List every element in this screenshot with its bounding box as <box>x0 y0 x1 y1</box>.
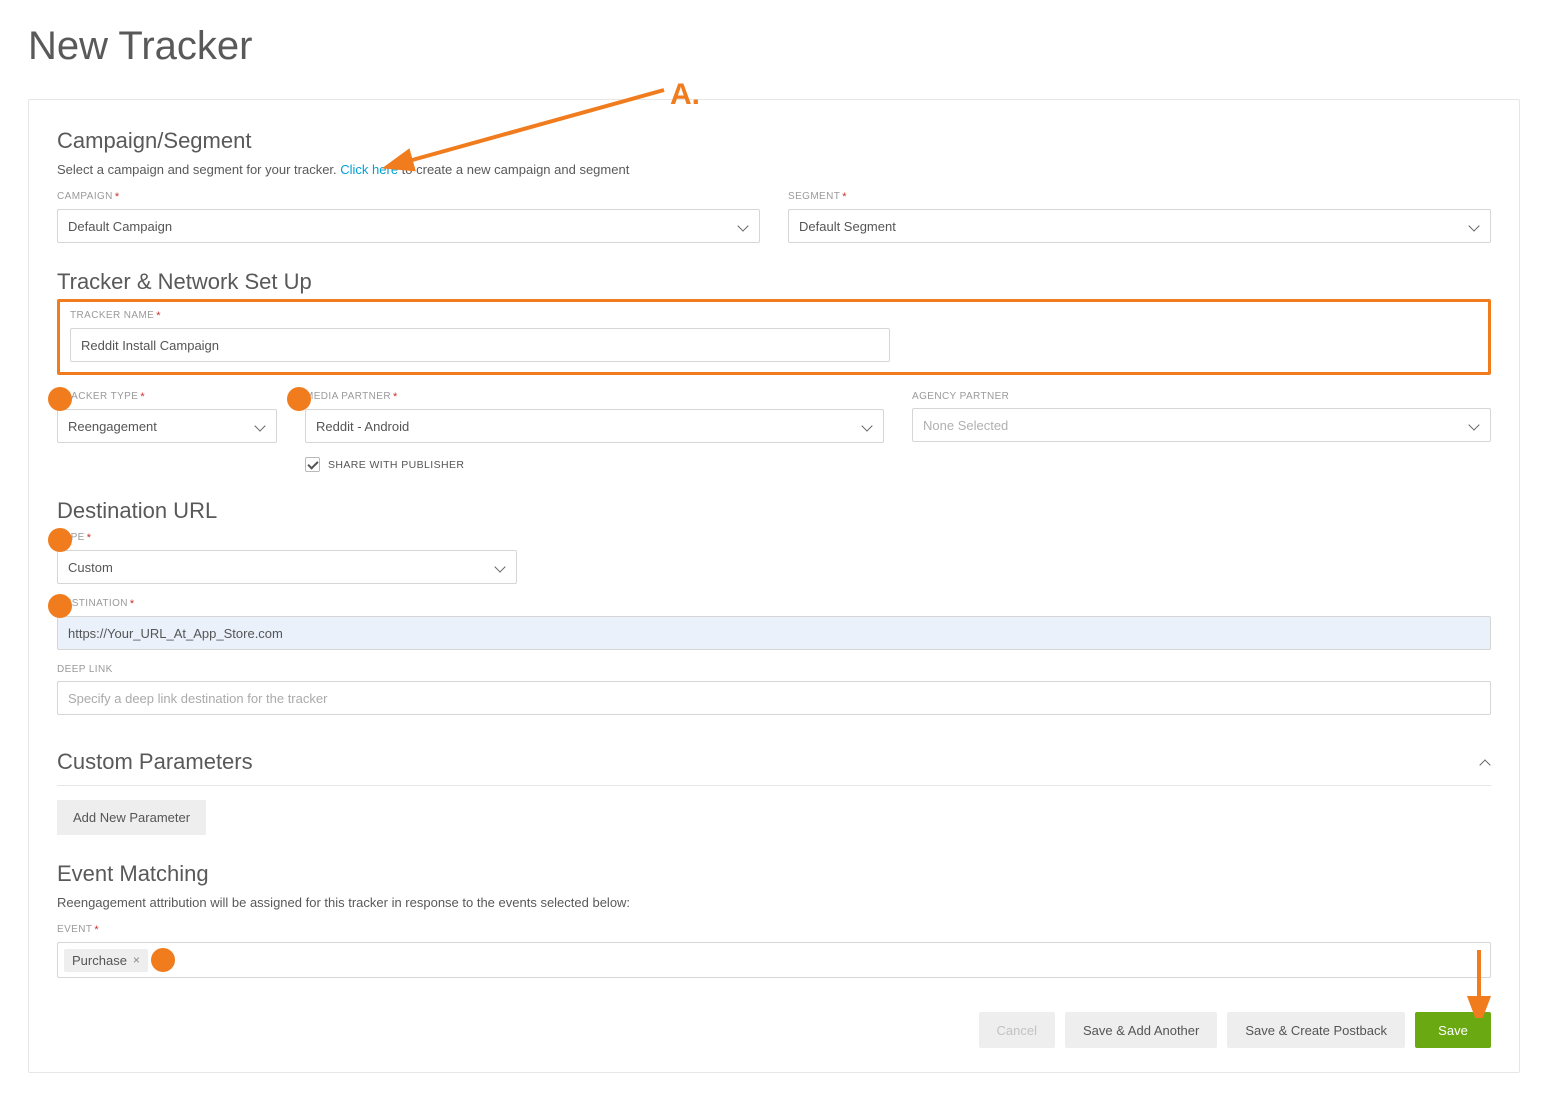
dest-input-wrap <box>57 616 1491 650</box>
save-button[interactable]: Save <box>1415 1012 1491 1048</box>
destination-input[interactable] <box>68 626 1480 641</box>
event-label: EVENT* <box>57 924 1491 936</box>
deep-link-input[interactable] <box>68 691 1480 706</box>
destination-url-title: Destination URL <box>57 498 1491 524</box>
custom-parameters-toggle[interactable]: Custom Parameters <box>57 749 1491 775</box>
campaign-desc-link[interactable]: Click here <box>340 162 398 177</box>
remove-tag-icon[interactable]: × <box>133 953 140 967</box>
tracker-form-panel: A. Campaign/Segment Select a campaign an… <box>28 99 1520 1073</box>
media-partner-select[interactable]: Reddit - Android <box>305 409 884 443</box>
campaign-select[interactable]: Default Campaign <box>57 209 760 243</box>
dest-type-label: TYPE* <box>57 532 1491 544</box>
event-matching-title: Event Matching <box>57 861 1491 887</box>
segment-select[interactable]: Default Segment <box>788 209 1491 243</box>
agency-partner-select[interactable]: None Selected <box>912 408 1491 442</box>
deep-link-label: DEEP LINK <box>57 664 1491 675</box>
campaign-desc-prefix: Select a campaign and segment for your t… <box>57 162 340 177</box>
save-add-another-button[interactable]: Save & Add Another <box>1065 1012 1217 1048</box>
segment-value: Default Segment <box>799 219 896 234</box>
tracker-type-select[interactable]: Reengagement <box>57 409 277 443</box>
event-tag: Purchase × <box>64 949 148 972</box>
media-partner-label: MEDIA PARTNER* <box>305 391 884 403</box>
campaign-label: CAMPAIGN* <box>57 191 760 203</box>
tracker-name-highlight: TRACKER NAME* <box>57 299 1491 375</box>
tracker-type-label: TRACKER TYPE* <box>57 391 277 403</box>
cancel-button: Cancel <box>979 1012 1055 1048</box>
campaign-desc-suffix: to create a new campaign and segment <box>398 162 629 177</box>
chevron-down-icon <box>256 421 266 431</box>
dest-type-select[interactable]: Custom <box>57 550 517 584</box>
save-create-postback-button[interactable]: Save & Create Postback <box>1227 1012 1405 1048</box>
campaign-segment-title: Campaign/Segment <box>57 128 1491 154</box>
event-tag-label: Purchase <box>72 953 127 968</box>
tracker-name-input-wrap <box>70 328 890 362</box>
dest-type-value: Custom <box>68 560 113 575</box>
custom-parameters-title: Custom Parameters <box>57 749 253 775</box>
tracker-network-title: Tracker & Network Set Up <box>57 269 1491 295</box>
chevron-down-icon <box>1470 221 1480 231</box>
deep-link-input-wrap <box>57 681 1491 715</box>
campaign-value: Default Campaign <box>68 219 172 234</box>
event-select[interactable]: Purchase × + <box>57 942 1491 978</box>
add-event-icon[interactable]: + <box>154 952 171 969</box>
event-matching-desc: Reengagement attribution will be assigne… <box>57 895 1491 910</box>
page-title: New Tracker <box>28 24 1520 69</box>
agency-partner-label: AGENCY PARTNER <box>912 391 1491 402</box>
share-with-publisher-label: SHARE WITH PUBLISHER <box>328 459 464 471</box>
agency-partner-value: None Selected <box>923 418 1008 433</box>
segment-label: SEGMENT* <box>788 191 1491 203</box>
chevron-down-icon <box>496 562 506 572</box>
chevron-down-icon <box>1470 420 1480 430</box>
campaign-segment-desc: Select a campaign and segment for your t… <box>57 162 1491 177</box>
dest-label: DESTINATION* <box>57 598 1491 610</box>
annotation-a-label: A. <box>670 78 700 112</box>
tracker-type-value: Reengagement <box>68 419 157 434</box>
add-new-parameter-button[interactable]: Add New Parameter <box>57 800 206 835</box>
chevron-down-icon <box>863 421 873 431</box>
share-with-publisher-checkbox[interactable] <box>305 457 320 472</box>
media-partner-value: Reddit - Android <box>316 419 409 434</box>
chevron-up-icon <box>1481 757 1491 767</box>
tracker-name-label: TRACKER NAME* <box>70 310 1478 322</box>
tracker-name-input[interactable] <box>81 338 879 353</box>
chevron-down-icon <box>739 221 749 231</box>
